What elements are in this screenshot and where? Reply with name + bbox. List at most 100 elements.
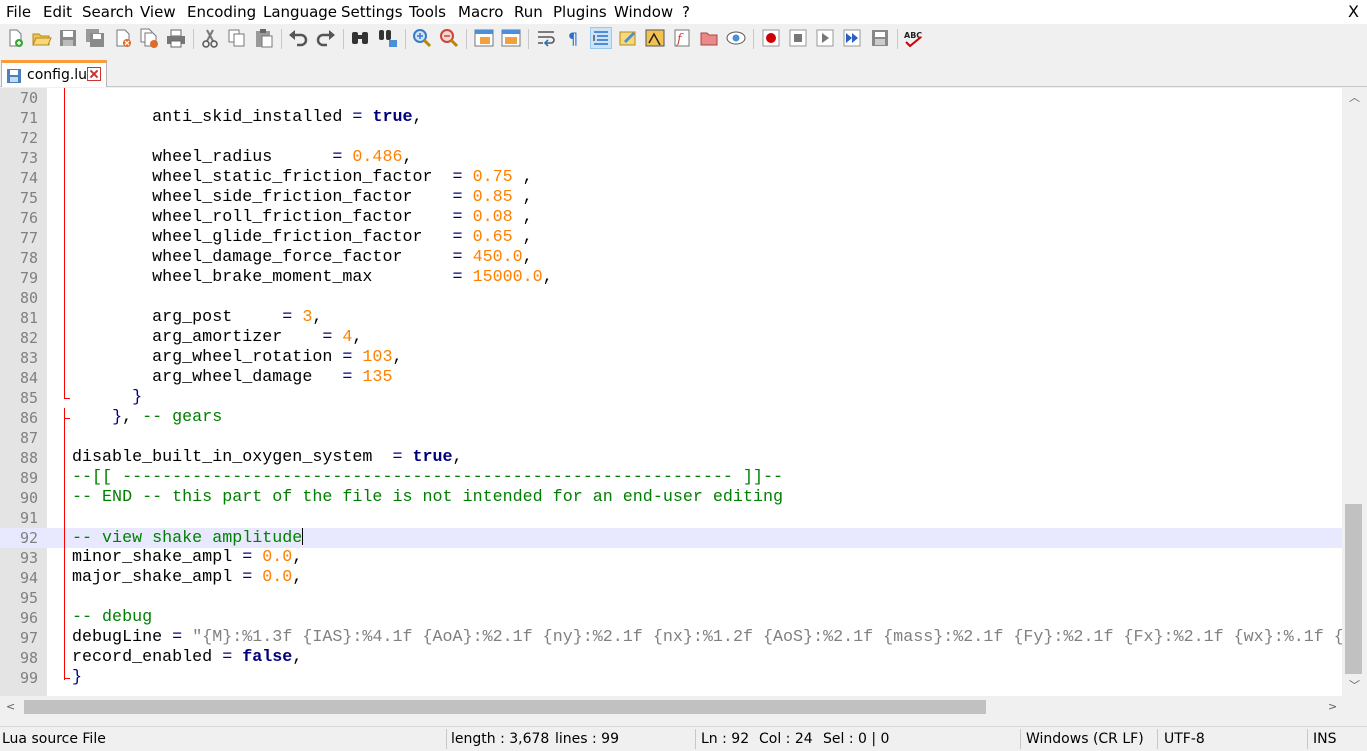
code-text[interactable]: wheel_glide_friction_factor = 0.65 , [72,228,533,248]
menu-file[interactable]: File [6,3,31,21]
record-macro-icon[interactable] [760,27,782,49]
save-icon[interactable] [57,27,79,49]
code-line[interactable]: 91 [0,508,1342,528]
code-line[interactable]: 88 disable_built_in_oxygen_system = true, [0,448,1342,468]
menu-tools[interactable]: Tools [409,3,446,21]
tab-config-lua[interactable]: config.lua [1,60,107,87]
show-all-characters-icon[interactable]: ¶ [563,27,585,49]
scroll-right-icon[interactable]: > [1328,701,1337,713]
code-text[interactable]: wheel_damage_force_factor = 450.0, [72,248,533,268]
code-text[interactable]: record_enabled = false, [72,648,302,668]
code-text[interactable]: -- debug [72,608,152,628]
code-line[interactable]: 85 } [0,388,1342,408]
code-line[interactable]: 76 wheel_roll_friction_factor = 0.08 , [0,208,1342,228]
menu-encoding[interactable]: Encoding [187,3,256,21]
code-line[interactable]: 72 [0,128,1342,148]
save-all-icon[interactable] [84,27,106,49]
paste-icon[interactable] [253,27,275,49]
code-line[interactable]: 79 wheel_brake_moment_max = 15000.0, [0,268,1342,288]
scroll-down-icon[interactable]: ﹀ [1349,680,1360,692]
editor-area[interactable]: 70 71 anti_skid_installed = true, 72 73 whe… [0,88,1342,696]
code-line[interactable]: 94 major_shake_ampl = 0.0, [0,568,1342,588]
code-line[interactable]: 93 minor_shake_ampl = 0.0, [0,548,1342,568]
code-line[interactable]: 95 [0,588,1342,608]
code-line[interactable]: 71 anti_skid_installed = true, [0,108,1342,128]
code-line[interactable]: 96 -- debug [0,608,1342,628]
open-file-icon[interactable] [30,27,52,49]
code-text[interactable]: debugLine = "{M}:%1.3f {IAS}:%4.1f {AoA}… [72,628,1342,648]
code-text[interactable]: }, -- gears [72,408,222,428]
code-text[interactable]: arg_wheel_damage = 135 [72,368,392,388]
code-line[interactable]: 89 --[[ ---------------------------------… [0,468,1342,488]
code-line[interactable]: 70 [0,88,1342,108]
code-text[interactable]: } [72,388,142,408]
function-list-icon[interactable]: f [671,27,693,49]
run-macro-multiple-icon[interactable] [841,27,863,49]
close-icon[interactable] [112,27,134,49]
close-document-button[interactable]: X [1348,3,1359,21]
menu-edit[interactable]: Edit [43,3,72,21]
tab-close-icon[interactable] [87,67,101,81]
menu-search[interactable]: Search [82,3,134,21]
play-macro-icon[interactable] [814,27,836,49]
indent-guide-icon[interactable] [590,27,612,49]
new-file-icon[interactable] [4,27,26,49]
undo-icon[interactable] [287,27,309,49]
code-text[interactable]: anti_skid_installed = true, [72,108,422,128]
code-line[interactable]: 81 arg_post = 3, [0,308,1342,328]
code-line[interactable]: 87 [0,428,1342,448]
menu-run[interactable]: Run [514,3,543,21]
vertical-scroll-thumb[interactable] [1345,504,1362,674]
code-text[interactable]: -- view shake amplitude [72,528,304,549]
code-text[interactable]: major_shake_ampl = 0.0, [72,568,302,588]
replace-icon[interactable] [377,27,399,49]
code-line[interactable]: 86 }, -- gears [0,408,1342,428]
copy-icon[interactable] [226,27,248,49]
code-line[interactable]: 99} [0,668,1342,688]
code-line[interactable]: 75 wheel_side_friction_factor = 0.85 , [0,188,1342,208]
code-text[interactable]: wheel_radius = 0.486, [72,148,412,168]
horizontal-scrollbar[interactable]: < > [0,696,1342,718]
code-line[interactable]: 82 arg_amortizer = 4, [0,328,1342,348]
code-line[interactable]: 83 arg_wheel_rotation = 103, [0,348,1342,368]
spell-check-icon[interactable]: ABC [903,27,925,49]
document-map-icon[interactable] [644,27,666,49]
close-all-icon[interactable] [138,27,160,49]
status-encoding[interactable]: UTF-8 [1164,731,1205,747]
code-line[interactable]: 80 [0,288,1342,308]
code-line[interactable]: 78 wheel_damage_force_factor = 450.0, [0,248,1342,268]
code-line[interactable]: 90 -- END -- this part of the file is not… [0,488,1342,508]
status-insert-mode[interactable]: INS [1313,731,1337,747]
folder-as-workspace-icon[interactable] [698,27,720,49]
code-line[interactable]: 98 record_enabled = false, [0,648,1342,668]
vertical-scrollbar[interactable]: ︿ ﹀ [1342,88,1367,696]
code-text[interactable]: arg_amortizer = 4, [72,328,362,348]
code-line[interactable]: 97 debugLine = "{M}:%1.3f {IAS}:%4.1f {Ao… [0,628,1342,648]
code-text[interactable]: wheel_roll_friction_factor = 0.08 , [72,208,533,228]
code-text[interactable]: wheel_brake_moment_max = 15000.0, [72,268,553,288]
code-text[interactable]: arg_wheel_rotation = 103, [72,348,402,368]
stop-macro-icon[interactable] [787,27,809,49]
code-text[interactable]: --[[ -----------------------------------… [72,468,783,488]
code-line[interactable]: 73 wheel_radius = 0.486, [0,148,1342,168]
word-wrap-icon[interactable] [535,27,557,49]
redo-icon[interactable] [315,27,337,49]
code-text[interactable]: } [72,668,82,688]
cut-icon[interactable] [199,27,221,49]
code-text[interactable]: minor_shake_ampl = 0.0, [72,548,302,568]
zoom-in-icon[interactable] [411,27,433,49]
scroll-left-icon[interactable]: < [6,701,15,713]
code-line[interactable]: 84 arg_wheel_damage = 135 [0,368,1342,388]
print-icon[interactable] [165,27,187,49]
sync-horizontal-icon[interactable] [500,27,522,49]
zoom-out-icon[interactable] [438,27,460,49]
code-text[interactable]: wheel_static_friction_factor = 0.75 , [72,168,533,188]
status-eol[interactable]: Windows (CR LF) [1026,731,1144,747]
menu-window[interactable]: Window [614,3,673,21]
code-text[interactable]: disable_built_in_oxygen_system = true, [72,448,463,468]
code-text[interactable]: -- END -- this part of the file is not i… [72,488,783,508]
horizontal-scroll-thumb[interactable] [24,700,986,714]
code-text[interactable]: arg_post = 3, [72,308,322,328]
menu-macro[interactable]: Macro [458,3,503,21]
user-defined-language-icon[interactable] [617,27,639,49]
